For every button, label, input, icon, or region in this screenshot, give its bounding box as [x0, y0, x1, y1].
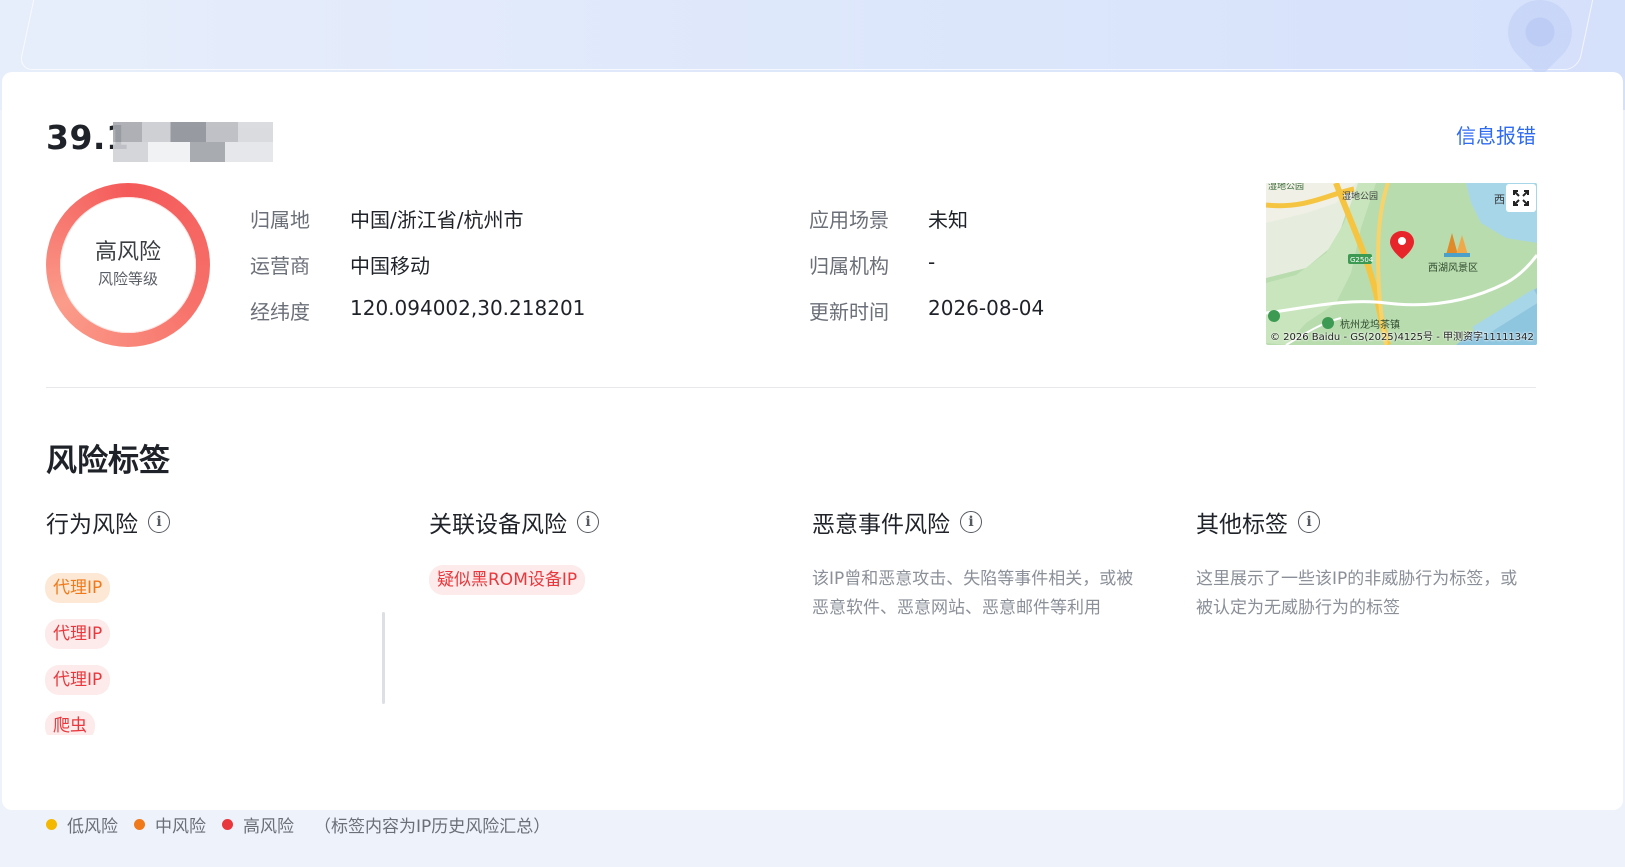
info-icon[interactable]: i	[960, 511, 982, 533]
other-tags-description: 这里展示了一些该IP的非威胁行为标签，或 被认定为无威胁行为的标签	[1196, 565, 1536, 623]
coordinates-label: 经纬度	[250, 300, 310, 324]
low-risk-dot-icon	[46, 819, 57, 830]
map-copyright: © 2026 Baidu - GS(2025)4125号 - 甲测资字11111…	[1270, 332, 1536, 343]
legend-note: （标签内容为IP历史风险汇总）	[314, 817, 551, 837]
behavior-risk-tag-list[interactable]: 代理IP 代理IP 代理IP 爬虫	[40, 565, 380, 735]
description-line: 被认定为无威胁行为的标签	[1196, 598, 1400, 618]
description-line: 这里展示了一些该IP的非威胁行为标签，或	[1196, 569, 1518, 589]
isp-value: 中国移动	[350, 254, 430, 278]
organization-value: -	[928, 250, 936, 274]
behavior-risk-label: 行为风险	[46, 512, 138, 538]
map-graphic: G2504 湿地公园 湿地公园 西湖风景区 西 杭州龙坞茶镇	[1266, 183, 1537, 345]
risk-legend: 低风险 中风险 高风险 （标签内容为IP历史风险汇总）	[46, 812, 550, 837]
location-map[interactable]: G2504 湿地公园 湿地公园 西湖风景区 西 杭州龙坞茶镇	[1266, 183, 1537, 345]
coordinates-value: 120.094002,30.218201	[350, 296, 586, 320]
risk-level-caption: 风险等级	[97, 270, 158, 288]
map-road-label: G2504	[1350, 256, 1374, 264]
map-park-label: 湿地公园	[1268, 183, 1304, 192]
risk-tag: 代理IP	[45, 619, 111, 649]
malicious-event-risk-title: 恶意事件风险 i	[812, 505, 982, 539]
legend-label: 低风险	[67, 817, 118, 837]
expand-icon	[1513, 190, 1529, 206]
section-divider	[46, 387, 1536, 388]
behavior-risk-title: 行为风险 i	[46, 505, 170, 539]
legend-label: 中风险	[155, 817, 206, 837]
scenario-value: 未知	[928, 208, 968, 232]
description-line: 恶意软件、恶意网站、恶意邮件等利用	[812, 598, 1101, 618]
risk-tag: 爬虫	[45, 711, 95, 735]
malicious-event-risk-label: 恶意事件风险	[812, 512, 950, 538]
update-time-value: 2026-08-04	[928, 296, 1045, 320]
medium-risk-dot-icon	[134, 819, 145, 830]
legend-label: 高风险	[243, 817, 294, 837]
isp-label: 运营商	[250, 254, 310, 278]
risk-tag: 疑似黑ROM设备IP	[429, 565, 586, 595]
tag-list-scrollbar[interactable]	[382, 612, 385, 704]
legend-medium-risk: 中风险	[134, 812, 206, 837]
description-line: 该IP曾和恶意攻击、失陷等事件相关，或被	[812, 569, 1134, 589]
location-value: 中国/浙江省/杭州市	[350, 208, 524, 232]
info-icon[interactable]: i	[1298, 511, 1320, 533]
legend-high-risk: 高风险	[222, 812, 294, 837]
risk-level-text: 高风险	[94, 240, 161, 265]
high-risk-dot-icon	[222, 819, 233, 830]
other-tags-label: 其他标签	[1196, 512, 1288, 538]
device-risk-title: 关联设备风险 i	[429, 505, 599, 539]
risk-tag: 代理IP	[45, 665, 111, 695]
risk-tags-title: 风险标签	[46, 443, 170, 479]
map-expand-button[interactable]	[1506, 184, 1536, 212]
info-icon[interactable]: i	[577, 511, 599, 533]
legend-low-risk: 低风险	[46, 812, 118, 837]
location-label: 归属地	[250, 208, 310, 232]
risk-tag: 代理IP	[45, 573, 111, 603]
scenario-label: 应用场景	[809, 208, 889, 232]
map-west-label: 西	[1494, 193, 1505, 206]
svg-text:湿地公园: 湿地公园	[1342, 190, 1378, 202]
banner-decoration	[18, 0, 1602, 70]
malicious-event-description: 该IP曾和恶意攻击、失陷等事件相关，或被 恶意软件、恶意网站、恶意邮件等利用	[812, 565, 1152, 623]
info-icon[interactable]: i	[148, 511, 170, 533]
ip-address-mask	[113, 122, 273, 162]
organization-label: 归属机构	[809, 254, 889, 278]
map-westlake-label: 西湖风景区	[1428, 262, 1478, 274]
device-risk-label: 关联设备风险	[429, 512, 567, 538]
other-tags-title: 其他标签 i	[1196, 505, 1320, 539]
update-time-label: 更新时间	[809, 300, 889, 324]
report-error-link[interactable]: 信息报错	[1456, 120, 1536, 149]
